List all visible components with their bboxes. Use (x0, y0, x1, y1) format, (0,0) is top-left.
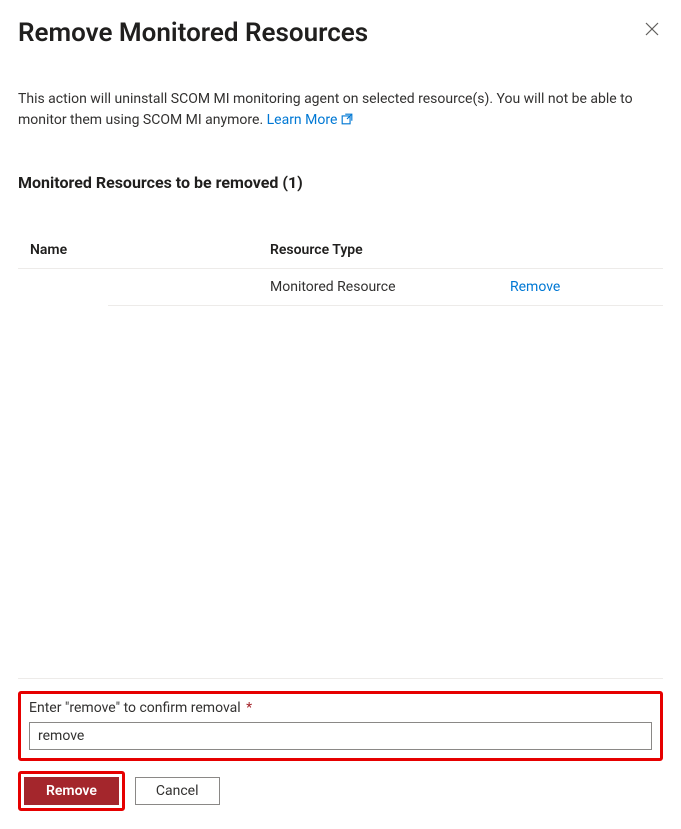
cancel-button[interactable]: Cancel (135, 777, 220, 805)
external-link-icon (340, 112, 354, 133)
table-row: Monitored Resource Remove (108, 269, 663, 306)
close-button[interactable] (641, 18, 663, 43)
cell-type: Monitored Resource (270, 279, 510, 295)
table-header: Name Resource Type (18, 222, 663, 269)
learn-more-link[interactable]: Learn More (267, 112, 355, 128)
confirm-label: Enter "remove" to confirm removal * (29, 700, 652, 716)
col-header-name: Name (30, 242, 270, 258)
confirm-input[interactable] (29, 722, 652, 750)
remove-button[interactable]: Remove (24, 777, 119, 805)
dialog-title: Remove Monitored Resources (18, 18, 368, 49)
required-asterisk: * (243, 700, 253, 716)
primary-button-highlight: Remove (18, 771, 125, 811)
confirm-section: Enter "remove" to confirm removal * (18, 691, 663, 761)
resources-heading: Monitored Resources to be removed (1) (18, 173, 663, 192)
close-icon (645, 22, 659, 39)
row-remove-link[interactable]: Remove (510, 279, 560, 295)
col-header-type: Resource Type (270, 242, 510, 258)
dialog-description: This action will uninstall SCOM MI monit… (18, 89, 663, 133)
